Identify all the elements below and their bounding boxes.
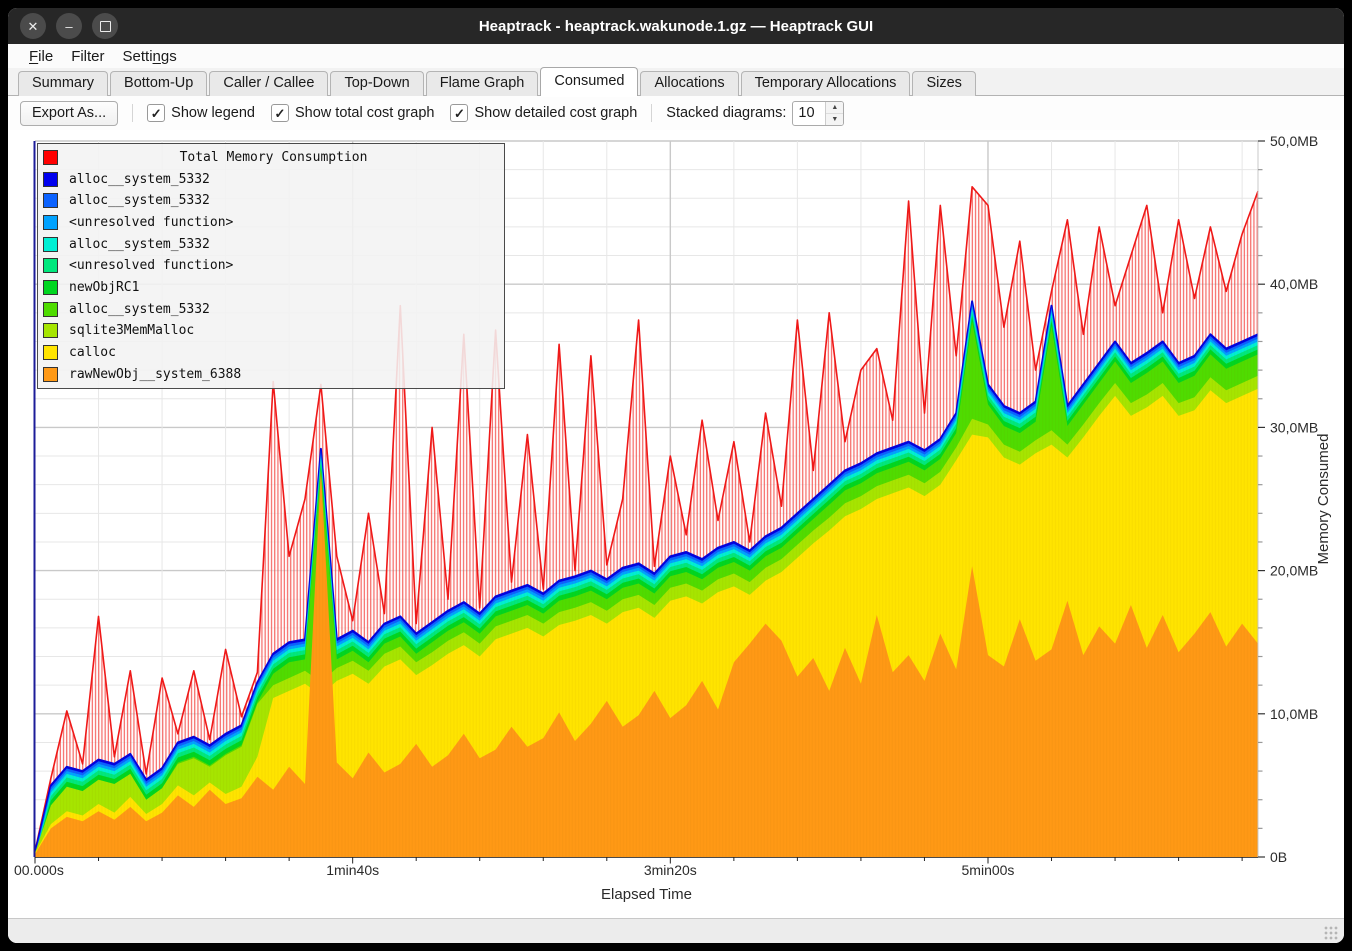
legend-item-unresolved-function: <unresolved function> (38, 256, 504, 276)
checkbox-label: Show legend (171, 105, 255, 121)
y-tick-label: 20,0MB (1270, 563, 1318, 579)
legend-item-newobjrc1: newObjRC1 (38, 278, 504, 298)
tab-summary[interactable]: Summary (18, 71, 108, 96)
window-controls: ✕ – (20, 13, 118, 39)
legend-swatch-icon (43, 258, 58, 273)
legend-item-sqlite3memmalloc: sqlite3MemMalloc (38, 321, 504, 341)
menu-item-filter[interactable]: Filter (62, 47, 113, 66)
window-title: Heaptrack - heaptrack.wakunode.1.gz — He… (8, 18, 1344, 35)
legend-item-rawnewobj-system-6388: rawNewObj__system_6388 (38, 364, 504, 384)
close-button[interactable]: ✕ (20, 13, 46, 39)
tab-temporary-allocations[interactable]: Temporary Allocations (741, 71, 911, 96)
toolbar-separator (651, 104, 652, 122)
x-tick-label: 00.000s (14, 862, 64, 878)
titlebar[interactable]: ✕ – Heaptrack - heaptrack.wakunode.1.gz … (8, 8, 1344, 44)
y-tick-label: 30,0MB (1270, 419, 1318, 435)
tab-bar: SummaryBottom-UpCaller / CalleeTop-DownF… (8, 68, 1344, 96)
spinbox-arrows: ▲ ▼ (825, 102, 843, 125)
legend-swatch-icon (43, 323, 58, 338)
legend-swatch-icon (43, 215, 58, 230)
legend-item-alloc-system-5332: alloc__system_5332 (38, 169, 504, 189)
legend-swatch-icon (43, 150, 58, 165)
spin-up-icon[interactable]: ▲ (826, 102, 843, 114)
checkbox-label: Show detailed cost graph (474, 105, 637, 121)
x-tick-label: 3min20s (644, 862, 697, 878)
legend-item-alloc-system-5332: alloc__system_5332 (38, 191, 504, 211)
legend-label: newObjRC1 (69, 280, 139, 295)
tab-sizes[interactable]: Sizes (912, 71, 975, 96)
legend-label: alloc__system_5332 (69, 237, 210, 252)
checkbox-label: Show total cost graph (295, 105, 434, 121)
menu-item-file[interactable]: File (20, 47, 62, 66)
menu-item-settings[interactable]: Settings (114, 47, 186, 66)
legend-swatch-icon (43, 172, 58, 187)
chart-area: 00.000s 1min40s 3min20s 5min00s 0B 10,0MB 20,0… (8, 130, 1344, 918)
maximize-button[interactable] (92, 13, 118, 39)
legend-swatch-icon (43, 367, 58, 382)
y-tick-label: 10,0MB (1270, 706, 1318, 722)
checkmark-icon: ✓ (450, 104, 468, 122)
tab-flame-graph[interactable]: Flame Graph (426, 71, 539, 96)
legend-swatch-icon (43, 193, 58, 208)
status-bar (8, 918, 1344, 943)
y-tick-label: 40,0MB (1270, 276, 1318, 292)
heaptrack-window: ✕ – Heaptrack - heaptrack.wakunode.1.gz … (8, 8, 1344, 943)
chart-legend: Total Memory Consumption alloc__system_53… (37, 143, 505, 389)
legend-item-alloc-system-5332: alloc__system_5332 (38, 299, 504, 319)
y-tick-label: 50,0MB (1270, 133, 1318, 149)
checkbox-group: ✓ Show legend ✓ Show total cost graph ✓ Show … (147, 104, 637, 122)
checkbox-show-detailed-cost-graph[interactable]: ✓ Show detailed cost graph (450, 104, 637, 122)
tab-top-down[interactable]: Top-Down (330, 71, 423, 96)
legend-swatch-icon (43, 280, 58, 295)
checkmark-icon: ✓ (147, 104, 165, 122)
export-as-button[interactable]: Export As... (20, 101, 118, 126)
legend-label: alloc__system_5332 (69, 193, 210, 208)
checkbox-show-total-cost-graph[interactable]: ✓ Show total cost graph (271, 104, 434, 122)
x-tick-label: 1min40s (326, 862, 379, 878)
maximize-icon (100, 21, 111, 32)
legend-label: alloc__system_5332 (69, 302, 210, 317)
y-axis-title: Memory Consumed (1315, 434, 1332, 565)
checkbox-show-legend[interactable]: ✓ Show legend (147, 104, 255, 122)
resize-grip-icon[interactable] (1324, 926, 1338, 940)
checkmark-icon: ✓ (271, 104, 289, 122)
menu-bar: FileFilterSettings (8, 44, 1344, 68)
legend-label: rawNewObj__system_6388 (69, 367, 241, 382)
legend-swatch-icon (43, 345, 58, 360)
minimize-button[interactable]: – (56, 13, 82, 39)
stacked-diagrams-value: 10 (793, 102, 825, 125)
minimize-icon: – (65, 20, 72, 33)
window-frame: ✕ – Heaptrack - heaptrack.wakunode.1.gz … (0, 0, 1352, 951)
legend-label: calloc (69, 345, 116, 360)
toolbar-separator (132, 104, 133, 122)
x-axis-title: Elapsed Time (601, 886, 692, 903)
legend-swatch-icon (43, 237, 58, 252)
legend-label: sqlite3MemMalloc (69, 323, 194, 338)
legend-label: <unresolved function> (69, 258, 233, 273)
legend-swatch-icon (43, 302, 58, 317)
stacked-diagrams-spinbox[interactable]: 10 ▲ ▼ (792, 101, 844, 126)
close-icon: ✕ (28, 20, 39, 33)
legend-label: <unresolved function> (69, 215, 233, 230)
stacked-diagrams-label: Stacked diagrams: (666, 105, 786, 121)
tab-consumed[interactable]: Consumed (540, 67, 638, 96)
legend-item-total-memory-consumption: Total Memory Consumption (38, 148, 504, 168)
legend-label: alloc__system_5332 (69, 172, 210, 187)
tab-bottom-up[interactable]: Bottom-Up (110, 71, 207, 96)
tab-caller-callee[interactable]: Caller / Callee (209, 71, 328, 96)
legend-item-alloc-system-5332: alloc__system_5332 (38, 234, 504, 254)
x-tick-label: 5min00s (962, 862, 1015, 878)
spin-down-icon[interactable]: ▼ (826, 114, 843, 125)
legend-title: Total Memory Consumption (69, 150, 478, 165)
legend-item-unresolved-function: <unresolved function> (38, 213, 504, 233)
toolbar: Export As... ✓ Show legend ✓ Show total cos… (8, 96, 1344, 130)
legend-item-calloc: calloc (38, 343, 504, 363)
y-tick-label: 0B (1270, 849, 1287, 865)
tab-allocations[interactable]: Allocations (640, 71, 738, 96)
